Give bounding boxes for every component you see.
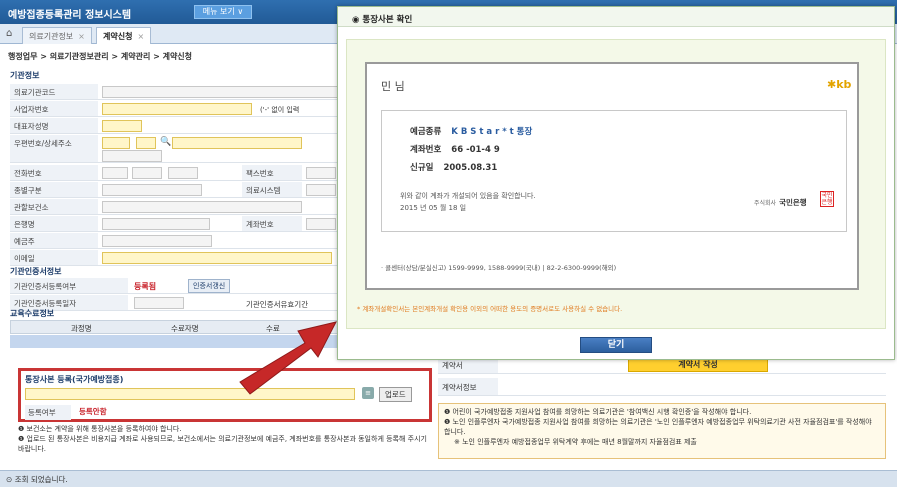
column-completion: 수료 bbox=[266, 324, 280, 333]
status-bar: ⊙ 조회 되었습니다. bbox=[0, 470, 897, 487]
popup-body: 민 님 ✱kb 예금종류 K B S t a r * t 통장 계좌번호 66 -0… bbox=[346, 39, 886, 329]
biz-no-hint: ('-' 없이 입력 bbox=[260, 106, 300, 114]
left-notes: ❶ 보건소는 계약을 위해 통장사본을 등록하여야 합니다. ❶ 업로드 된 통… bbox=[18, 424, 432, 454]
fax-field[interactable] bbox=[306, 167, 336, 179]
depositor-field[interactable] bbox=[102, 235, 212, 247]
info-icon: ⊙ bbox=[6, 475, 13, 484]
contract-info-label: 계약서정보 bbox=[438, 378, 498, 395]
account-label: 계좌번호 bbox=[242, 216, 302, 231]
customer-name: 민 님 bbox=[381, 80, 405, 93]
contract-write-button[interactable]: 계약서 작성 bbox=[628, 358, 768, 372]
zip-field-2[interactable] bbox=[136, 137, 156, 149]
popup-header: ◉ 통장사본 확인 bbox=[338, 7, 894, 27]
type-select[interactable] bbox=[102, 184, 202, 196]
note-item: ❶ 보건소는 계약을 위해 통장사본을 등록하여야 합니다. bbox=[18, 425, 182, 433]
bank-seal: 국민은행 bbox=[820, 191, 834, 207]
note-item: ※ 노인 인플루엔자 예방접종업무 위탁계약 후에는 매년 8월말까지 자율점검… bbox=[454, 438, 697, 446]
biz-no-label: 사업자번호 bbox=[10, 101, 98, 116]
phone-field-1[interactable] bbox=[102, 167, 128, 179]
phone-field-3[interactable] bbox=[168, 167, 198, 179]
column-course: 과정명 bbox=[71, 324, 92, 333]
close-icon[interactable]: × bbox=[137, 32, 144, 41]
depositor-label: 예금주 bbox=[10, 233, 98, 248]
home-icon[interactable]: ⌂ bbox=[6, 28, 12, 39]
rep-name-field[interactable] bbox=[102, 120, 142, 132]
cert-date-field[interactable] bbox=[134, 297, 184, 309]
section-org-info: 기관정보 bbox=[10, 71, 40, 80]
phone-field-2[interactable] bbox=[132, 167, 162, 179]
reg-status: 등록안함 bbox=[79, 407, 107, 416]
rep-name-label: 대표자성명 bbox=[10, 118, 98, 133]
upload-title: 통장사본 등록(국가예방접종) bbox=[25, 375, 124, 384]
address-label: 우편번호/상세주소 bbox=[10, 135, 98, 162]
right-notes: ❶ 어린이 국가예방접종 지원사업 참여를 희망하는 의료기관은 '참여백신 시… bbox=[438, 403, 886, 459]
app-title: 예방접종등록관리 정보시스템 bbox=[8, 10, 132, 21]
callcenter-info: · 콜센터(상담/분실신고) 1599-9999, 1588-9999(국내) … bbox=[381, 264, 617, 272]
health-center-field[interactable] bbox=[102, 201, 302, 213]
kb-logo: ✱kb bbox=[827, 78, 852, 91]
bank-name: 주식회사 국민은행 bbox=[754, 198, 807, 207]
system-label: 의료시스템 bbox=[242, 182, 302, 197]
org-code-label: 의료기관코드 bbox=[10, 84, 98, 99]
info-icon: ◉ bbox=[352, 15, 360, 25]
breadcrumb: 행정업무 > 의료기관정보관리 > 계약관리 > 계약신청 bbox=[8, 52, 193, 61]
upload-button[interactable]: 업로드 bbox=[379, 387, 412, 402]
search-icon[interactable]: 🔍 bbox=[160, 137, 171, 147]
cert-renew-button[interactable]: 인증서갱신 bbox=[188, 279, 231, 293]
note-item: ❶ 노인 인플루엔자 국가예방접종 지원사업 참여를 희망하는 의료기관은 '노… bbox=[444, 418, 872, 436]
close-icon[interactable]: × bbox=[78, 32, 85, 41]
system-select[interactable] bbox=[306, 184, 336, 196]
cert-reg-label: 기관인증서등록여부 bbox=[10, 278, 128, 293]
address-field[interactable] bbox=[172, 137, 302, 149]
tab-org-info[interactable]: 의료기관정보 × bbox=[22, 27, 92, 44]
org-code-field[interactable] bbox=[102, 86, 342, 98]
zip-field[interactable] bbox=[102, 137, 130, 149]
confirm-text: 위와 같이 계좌가 개설되어 있음을 확인합니다. bbox=[400, 192, 536, 200]
reg-label: 등록여부 bbox=[25, 405, 71, 420]
tab-contract[interactable]: 계약신청 × bbox=[96, 27, 152, 44]
biz-no-field[interactable] bbox=[102, 103, 252, 115]
address-detail-field[interactable] bbox=[102, 150, 162, 162]
upload-file-field[interactable] bbox=[25, 388, 355, 400]
account-line: 계좌번호 66 -01-4 9 bbox=[410, 145, 500, 155]
note-item: ❶ 업로드 된 통장사본은 비용지급 계좌로 사용되므로, 보건소에서는 의료기… bbox=[18, 435, 427, 453]
column-completer: 수료자명 bbox=[171, 324, 199, 333]
type-label: 종별구분 bbox=[10, 182, 98, 197]
account-field[interactable] bbox=[306, 218, 336, 230]
note-item: ❶ 어린이 국가예방접종 지원사업 참여를 희망하는 의료기관은 '참여백신 시… bbox=[444, 408, 752, 416]
open-date-line: 신규일 2005.08.31 bbox=[410, 163, 498, 173]
fax-label: 팩스번호 bbox=[242, 165, 302, 180]
close-button[interactable]: 닫기 bbox=[580, 337, 652, 353]
bank-label: 은행명 bbox=[10, 216, 98, 231]
file-icon[interactable]: ≡ bbox=[362, 387, 374, 399]
phone-label: 전화번호 bbox=[10, 165, 98, 180]
popup-title: ◉ 통장사본 확인 bbox=[352, 15, 413, 25]
health-center-label: 관할보건소 bbox=[10, 199, 98, 214]
email-label: 이메일 bbox=[10, 250, 98, 265]
bankbook-popup: ◉ 통장사본 확인 민 님 ✱kb 예금종류 K B S t a r * t 통장… bbox=[337, 6, 895, 360]
email-field[interactable] bbox=[102, 252, 332, 264]
bankbook-document: 민 님 ✱kb 예금종류 K B S t a r * t 통장 계좌번호 66 -0… bbox=[365, 62, 859, 290]
cert-expire-label: 기관인증서유효기간 bbox=[246, 300, 309, 309]
bankbook-upload-box: 통장사본 등록(국가예방접종) ≡ 업로드 등록여부 등록안함 bbox=[18, 368, 432, 422]
menu-view-button[interactable]: 메뉴 보기 ∨ bbox=[194, 5, 252, 19]
account-info-panel: 예금종류 K B S t a r * t 통장 계좌번호 66 -01-4 9 신규… bbox=[381, 110, 847, 232]
section-cert-info: 기관인증서정보 bbox=[10, 267, 62, 276]
section-edu-info: 교육수료정보 bbox=[10, 309, 55, 318]
bank-select[interactable] bbox=[102, 218, 210, 230]
cert-reg-status: 등록됨 bbox=[134, 282, 157, 291]
issue-date: 2015 년 05 월 18 일 bbox=[400, 204, 467, 212]
deposit-type-line: 예금종류 K B S t a r * t 통장 bbox=[410, 127, 533, 137]
warning-text: * 계좌개설확인서는 본인계좌개설 확인용 이외의 어떠한 용도의 증명서로도 … bbox=[357, 305, 623, 313]
